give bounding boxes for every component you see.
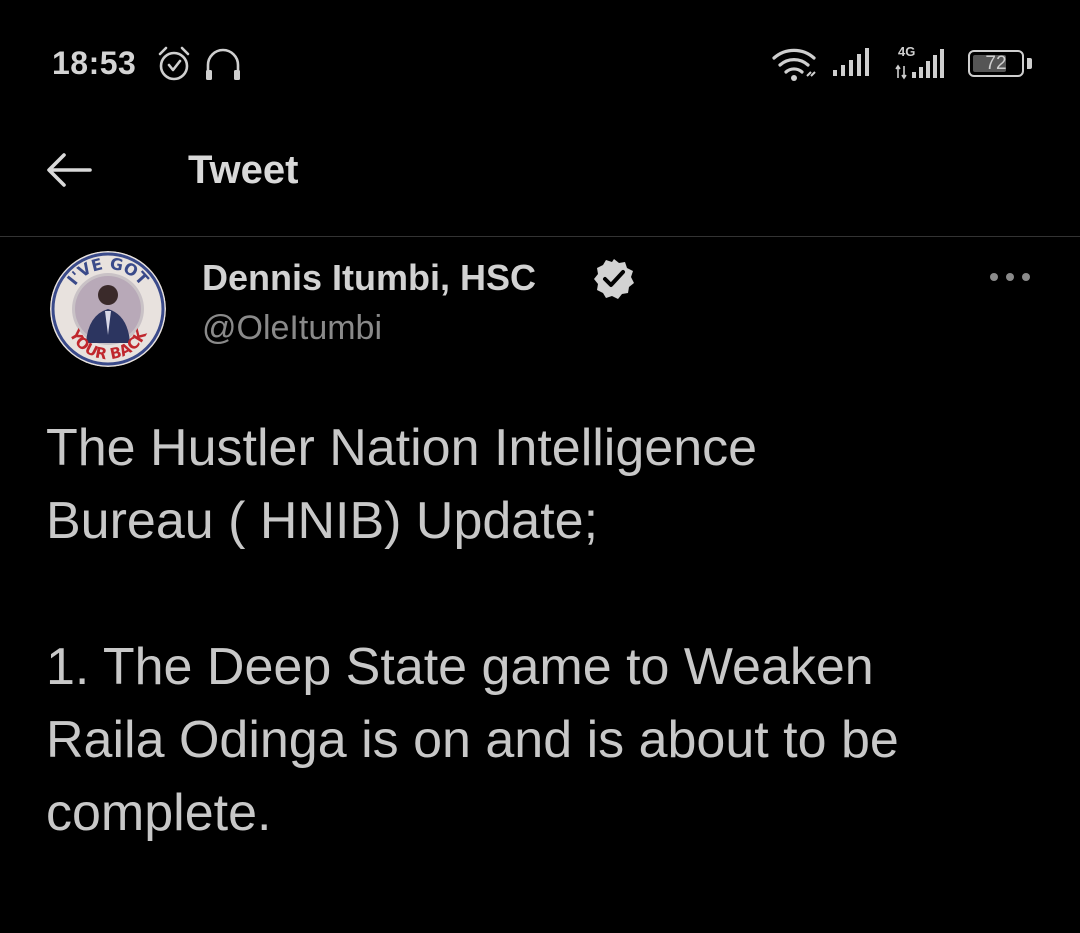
arrow-left-icon bbox=[47, 153, 92, 187]
tweet-text-line: The Hustler Nation Intelligence bbox=[46, 419, 758, 477]
tweet-text-line: 1. The Deep State game to Weaken bbox=[46, 638, 874, 696]
tweet-text-line: complete. bbox=[46, 784, 272, 842]
page-title: Tweet bbox=[188, 148, 299, 192]
author-handle[interactable]: @OleItumbi bbox=[202, 309, 382, 348]
wifi-icon bbox=[772, 48, 816, 81]
battery-indicator: 72 bbox=[968, 50, 1024, 77]
headset-icon bbox=[206, 48, 240, 80]
tweet-text-line: Raila Odinga is on and is about to be bbox=[46, 711, 899, 769]
paragraph-break bbox=[46, 558, 1046, 631]
alarm-icon bbox=[158, 46, 190, 81]
tweet-text-line: Bureau ( HNIB) Update; bbox=[46, 492, 599, 550]
signal-icon bbox=[895, 49, 944, 80]
status-bar: 18:53 4G 72 bbox=[0, 0, 1080, 130]
verified-badge-icon bbox=[594, 259, 634, 299]
tweet-text: The Hustler Nation Intelligence Bureau (… bbox=[46, 412, 1046, 850]
signal-icon bbox=[833, 48, 869, 76]
more-horizontal-icon bbox=[990, 273, 1030, 281]
more-options-button[interactable] bbox=[986, 265, 1036, 289]
battery-level: 72 bbox=[985, 53, 1007, 74]
author-name[interactable]: Dennis Itumbi, HSC bbox=[202, 257, 536, 299]
avatar-image: I'VE GOT YOUR BACK bbox=[50, 251, 166, 367]
status-time: 18:53 bbox=[52, 45, 137, 81]
tweet-author-row: I'VE GOT YOUR BACK Dennis Itumbi, HSC @O… bbox=[0, 237, 1080, 387]
back-button[interactable] bbox=[44, 148, 94, 192]
battery-cap bbox=[1027, 58, 1032, 69]
tweet-header: Tweet bbox=[0, 130, 1080, 237]
avatar[interactable]: I'VE GOT YOUR BACK bbox=[50, 251, 166, 367]
